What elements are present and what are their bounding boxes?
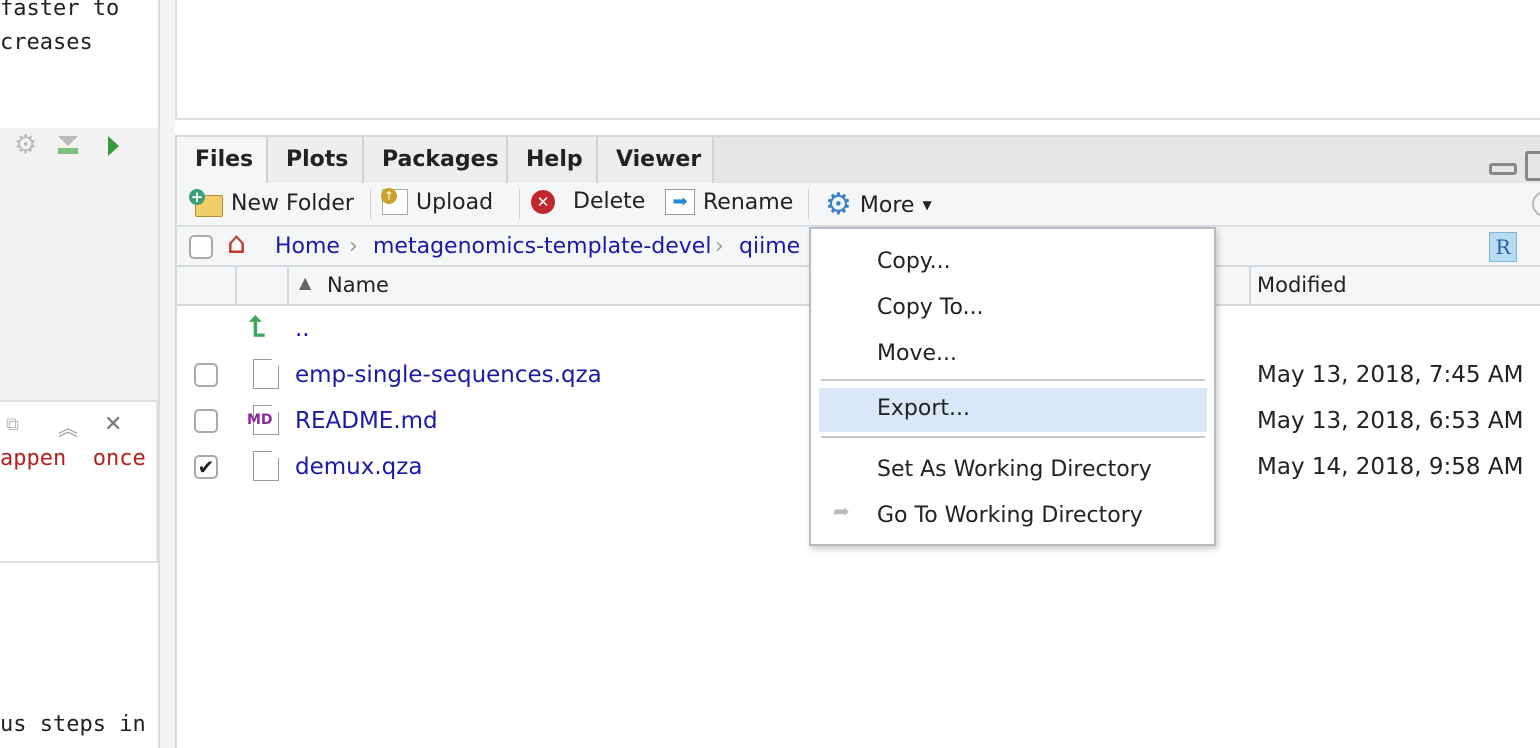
menu-item-move[interactable]: Move... xyxy=(811,333,1214,377)
rename-button[interactable]: ➡ Rename xyxy=(665,189,793,215)
console-message: appen once xyxy=(0,446,146,471)
column-modified[interactable]: Modified xyxy=(1257,273,1347,297)
file-name[interactable]: README.md xyxy=(295,408,438,434)
gear-icon: ⚙ xyxy=(825,187,852,222)
gear-icon[interactable]: ⚙ xyxy=(14,130,37,160)
maximize-icon[interactable] xyxy=(1525,151,1540,181)
rename-label: Rename xyxy=(703,189,794,215)
files-toolbar: + New Folder ↑ Upload ✕ Delete ➡ Rename … xyxy=(175,183,1540,227)
menu-item-export[interactable]: Export... xyxy=(819,388,1207,432)
file-icon xyxy=(253,451,279,481)
file-icon xyxy=(253,359,279,389)
delete-label: Delete xyxy=(573,189,646,214)
upload-button[interactable]: ↑ Upload xyxy=(381,188,494,215)
chevron-right-icon: › xyxy=(349,234,358,259)
tab-help[interactable]: Help xyxy=(508,137,598,183)
row-checkbox[interactable] xyxy=(194,363,218,387)
md-badge: MD xyxy=(247,412,273,428)
menu-item-copy[interactable]: Copy... xyxy=(811,241,1214,285)
home-icon: ⌂ xyxy=(227,226,247,261)
tab-packages[interactable]: Packages xyxy=(364,137,508,183)
minimize-icon[interactable] xyxy=(1489,163,1517,175)
editor-text-line: us steps in xyxy=(0,712,146,737)
more-label: More xyxy=(859,192,915,218)
file-modified: May 13, 2018, 6:53 AM xyxy=(1257,408,1524,434)
delete-button[interactable]: ✕ Delete xyxy=(531,189,645,214)
upload-icon: ↑ xyxy=(381,188,408,215)
tab-viewer[interactable]: Viewer xyxy=(598,137,714,183)
more-button[interactable]: ⚙ More ▼ xyxy=(825,187,932,222)
compile-icon[interactable] xyxy=(58,136,78,156)
r-project-icon[interactable]: R xyxy=(1489,232,1517,262)
breadcrumb-item[interactable]: qiime xyxy=(739,234,800,259)
row-checkbox[interactable] xyxy=(194,409,218,433)
console-toolbar-pane: ⚙ xyxy=(0,128,158,400)
chevron-right-icon: › xyxy=(715,234,724,259)
pane-tabs: Files Plots Packages Help Viewer xyxy=(175,135,1540,185)
pane-splitter[interactable] xyxy=(160,0,175,748)
collapse-icon[interactable]: ︽ xyxy=(58,412,78,441)
run-icon[interactable] xyxy=(108,136,119,156)
lower-left-pane: ⧉ ︽ ✕ appen once xyxy=(0,400,158,563)
environment-pane xyxy=(175,0,1540,120)
breadcrumb-home[interactable]: Home xyxy=(275,234,340,259)
rename-icon: ➡ xyxy=(665,189,695,215)
file-name[interactable]: demux.qza xyxy=(295,454,422,480)
column-name[interactable]: Name xyxy=(327,273,389,297)
tab-plots[interactable]: Plots xyxy=(268,137,364,183)
refresh-icon[interactable] xyxy=(1532,191,1540,217)
new-folder-icon: + xyxy=(189,189,223,217)
chevron-down-icon: ▼ xyxy=(922,198,932,212)
delete-icon: ✕ xyxy=(531,189,555,214)
sort-asc-icon: ▲ xyxy=(299,273,312,292)
row-checkbox-checked[interactable]: ✔ xyxy=(194,455,218,479)
menu-item-set-working-directory[interactable]: Set As Working Directory xyxy=(811,449,1214,493)
editor-text-line: creases xyxy=(0,30,93,55)
menu-item-go-to-working-directory[interactable]: Go To Working Directory xyxy=(811,495,1214,539)
file-name[interactable]: emp-single-sequences.qza xyxy=(295,362,602,388)
new-folder-button[interactable]: + New Folder xyxy=(189,189,354,217)
breadcrumb-item[interactable]: metagenomics-template-devel xyxy=(373,234,711,259)
file-name[interactable]: .. xyxy=(295,316,310,342)
select-all-checkbox[interactable] xyxy=(189,235,213,259)
menu-item-copy-to[interactable]: Copy To... xyxy=(811,287,1214,331)
tab-files[interactable]: Files xyxy=(177,137,268,185)
parent-folder-icon: ⮤ xyxy=(249,310,266,343)
close-icon[interactable]: ✕ xyxy=(104,412,122,437)
file-modified: May 13, 2018, 7:45 AM xyxy=(1257,362,1524,388)
new-folder-label: New Folder xyxy=(231,190,354,216)
editor-text-line: faster to xyxy=(0,0,120,21)
file-modified: May 14, 2018, 9:58 AM xyxy=(1257,454,1524,480)
more-dropdown-menu: Copy... Copy To... Move... Export... Set… xyxy=(809,227,1216,546)
upload-label: Upload xyxy=(416,189,494,215)
popout-icon[interactable]: ⧉ xyxy=(6,414,19,435)
